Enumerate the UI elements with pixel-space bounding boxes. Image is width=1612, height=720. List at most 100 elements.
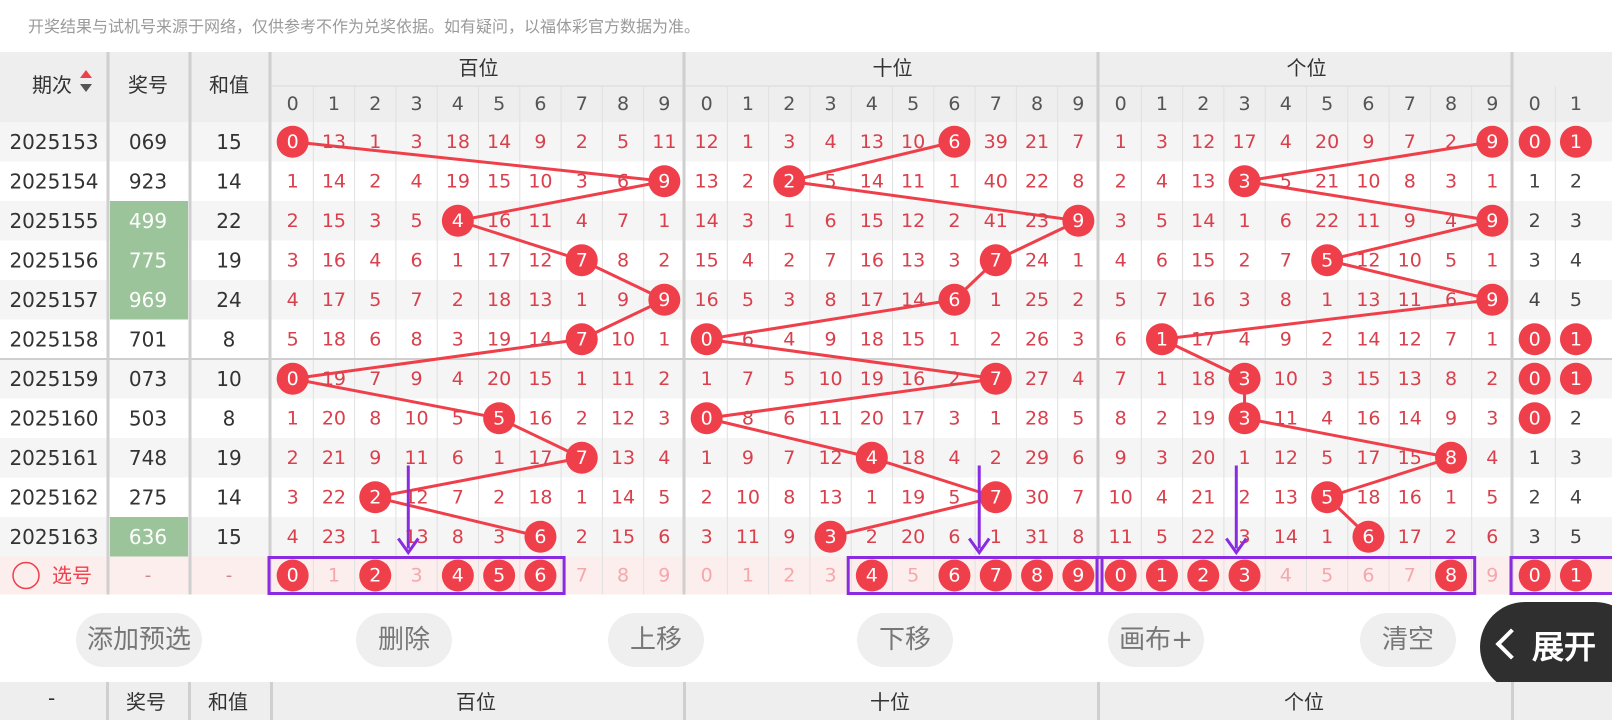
miss-count: 3 (701, 526, 713, 548)
extra-cell: 4 (1570, 486, 1582, 508)
miss-count: 4 (1072, 368, 1084, 390)
miss-count: 3 (287, 486, 299, 508)
miss-count: 5 (742, 289, 754, 311)
hit-ball-number: 0 (1529, 407, 1541, 429)
miss-count: 22 (1191, 526, 1215, 548)
miss-count: 13 (528, 289, 552, 311)
unselected-digit: 4 (1280, 565, 1292, 587)
miss-count: 5 (658, 486, 670, 508)
miss-count: 5 (369, 289, 381, 311)
miss-count: 1 (1321, 526, 1333, 548)
clear-button[interactable]: 清空 (1360, 613, 1456, 667)
miss-count: 8 (742, 407, 754, 429)
miss-count: 13 (1191, 170, 1215, 192)
header-digit: 3 (1239, 93, 1251, 115)
header-digit: 1 (328, 93, 340, 115)
period-cell: 2025159 (9, 367, 98, 391)
miss-count: 3 (948, 249, 960, 271)
miss-count: 4 (1486, 447, 1498, 469)
miss-count: 16 (528, 407, 552, 429)
miss-count: 9 (369, 447, 381, 469)
miss-count: 1 (452, 249, 464, 271)
canvas-plus-button[interactable]: 画布+ (1108, 613, 1204, 667)
miss-count: 17 (1356, 447, 1380, 469)
expand-button[interactable]: 展开 (1480, 602, 1612, 692)
header-digit: 5 (907, 93, 919, 115)
hit-ball-number: 3 (1239, 368, 1251, 390)
move-up-button[interactable]: 上移 (608, 613, 704, 667)
hit-ball-number: 2 (783, 170, 795, 192)
hit-ball-number: 3 (1239, 170, 1251, 192)
selected-ball-number: 4 (866, 565, 878, 587)
miss-count: 1 (576, 486, 588, 508)
header-digit: 4 (866, 93, 878, 115)
unselected-digit: 8 (617, 565, 629, 587)
miss-count: 3 (1445, 170, 1457, 192)
delete-button[interactable]: 删除 (356, 613, 452, 667)
miss-count: 15 (322, 210, 346, 232)
miss-count: 1 (701, 368, 713, 390)
miss-count: 1 (1486, 328, 1498, 350)
hit-ball-number: 0 (287, 131, 299, 153)
extra-cell: 5 (1570, 289, 1582, 311)
miss-count: 12 (1274, 447, 1298, 469)
select-label: 选号 (52, 564, 92, 588)
miss-count: 1 (1486, 249, 1498, 271)
miss-count: 22 (1315, 210, 1339, 232)
miss-count: 7 (1156, 289, 1168, 311)
miss-count: 14 (860, 170, 884, 192)
selected-ball-number: 4 (452, 565, 464, 587)
header-digit-extra: 1 (1570, 93, 1582, 115)
miss-count: 20 (487, 368, 511, 390)
add-preselect-button[interactable]: 添加预选 (76, 613, 202, 667)
miss-count: 16 (1356, 407, 1380, 429)
miss-count: 7 (617, 210, 629, 232)
trend-chart[interactable]: 期次 奖号 和值 百位 0 1 2 3 4 5 6 7 8 9 十位 0 1 2 3 4 5 6 7 8 9 个位 0 1 2 3 4 5 6 7… (0, 52, 1612, 602)
hit-ball-number: 0 (701, 407, 713, 429)
hit-ball-number: 6 (534, 526, 546, 548)
hit-ball-number: 5 (1321, 249, 1333, 271)
miss-count: 3 (742, 210, 754, 232)
unselected-digit: 0 (701, 565, 713, 587)
header-prize: 奖号 (128, 73, 168, 97)
header-digit: 3 (825, 93, 837, 115)
miss-count: 6 (658, 526, 670, 548)
sum-cell: 22 (216, 209, 241, 233)
miss-count: 20 (1191, 447, 1215, 469)
header-digit: 6 (948, 93, 960, 115)
miss-count: 2 (783, 249, 795, 271)
extra-cell: 4 (1529, 289, 1541, 311)
miss-count: 4 (411, 170, 423, 192)
hit-ball-number: 0 (1529, 328, 1541, 350)
extra-cell: 2 (1570, 407, 1582, 429)
miss-count: 8 (452, 526, 464, 548)
header2-divider (270, 682, 273, 720)
miss-count: 2 (1445, 131, 1457, 153)
period-cell: 2025155 (9, 209, 98, 233)
prize-cell: 636 (129, 525, 167, 549)
hit-ball-number: 4 (452, 210, 464, 232)
miss-count: 4 (658, 447, 670, 469)
header-digit: 5 (1321, 93, 1333, 115)
extra-cell: 3 (1570, 210, 1582, 232)
miss-count: 3 (658, 407, 670, 429)
hit-ball-number: 9 (658, 170, 670, 192)
miss-count: 11 (528, 210, 552, 232)
move-down-button[interactable]: 下移 (857, 613, 953, 667)
miss-count: 4 (369, 249, 381, 271)
miss-count: 20 (901, 526, 925, 548)
miss-count: 2 (658, 249, 670, 271)
miss-count: 2 (1445, 526, 1457, 548)
miss-count: 22 (1025, 170, 1049, 192)
miss-count: 7 (452, 486, 464, 508)
miss-count: 13 (611, 447, 635, 469)
miss-count: 9 (825, 328, 837, 350)
hit-ball-number: 7 (990, 368, 1002, 390)
miss-count: 5 (411, 210, 423, 232)
miss-count: 4 (287, 526, 299, 548)
miss-count: 5 (617, 131, 629, 153)
hit-ball-number: 9 (1486, 131, 1498, 153)
miss-count: 5 (1156, 526, 1168, 548)
miss-count: 2 (576, 407, 588, 429)
miss-count: 2 (948, 210, 960, 232)
